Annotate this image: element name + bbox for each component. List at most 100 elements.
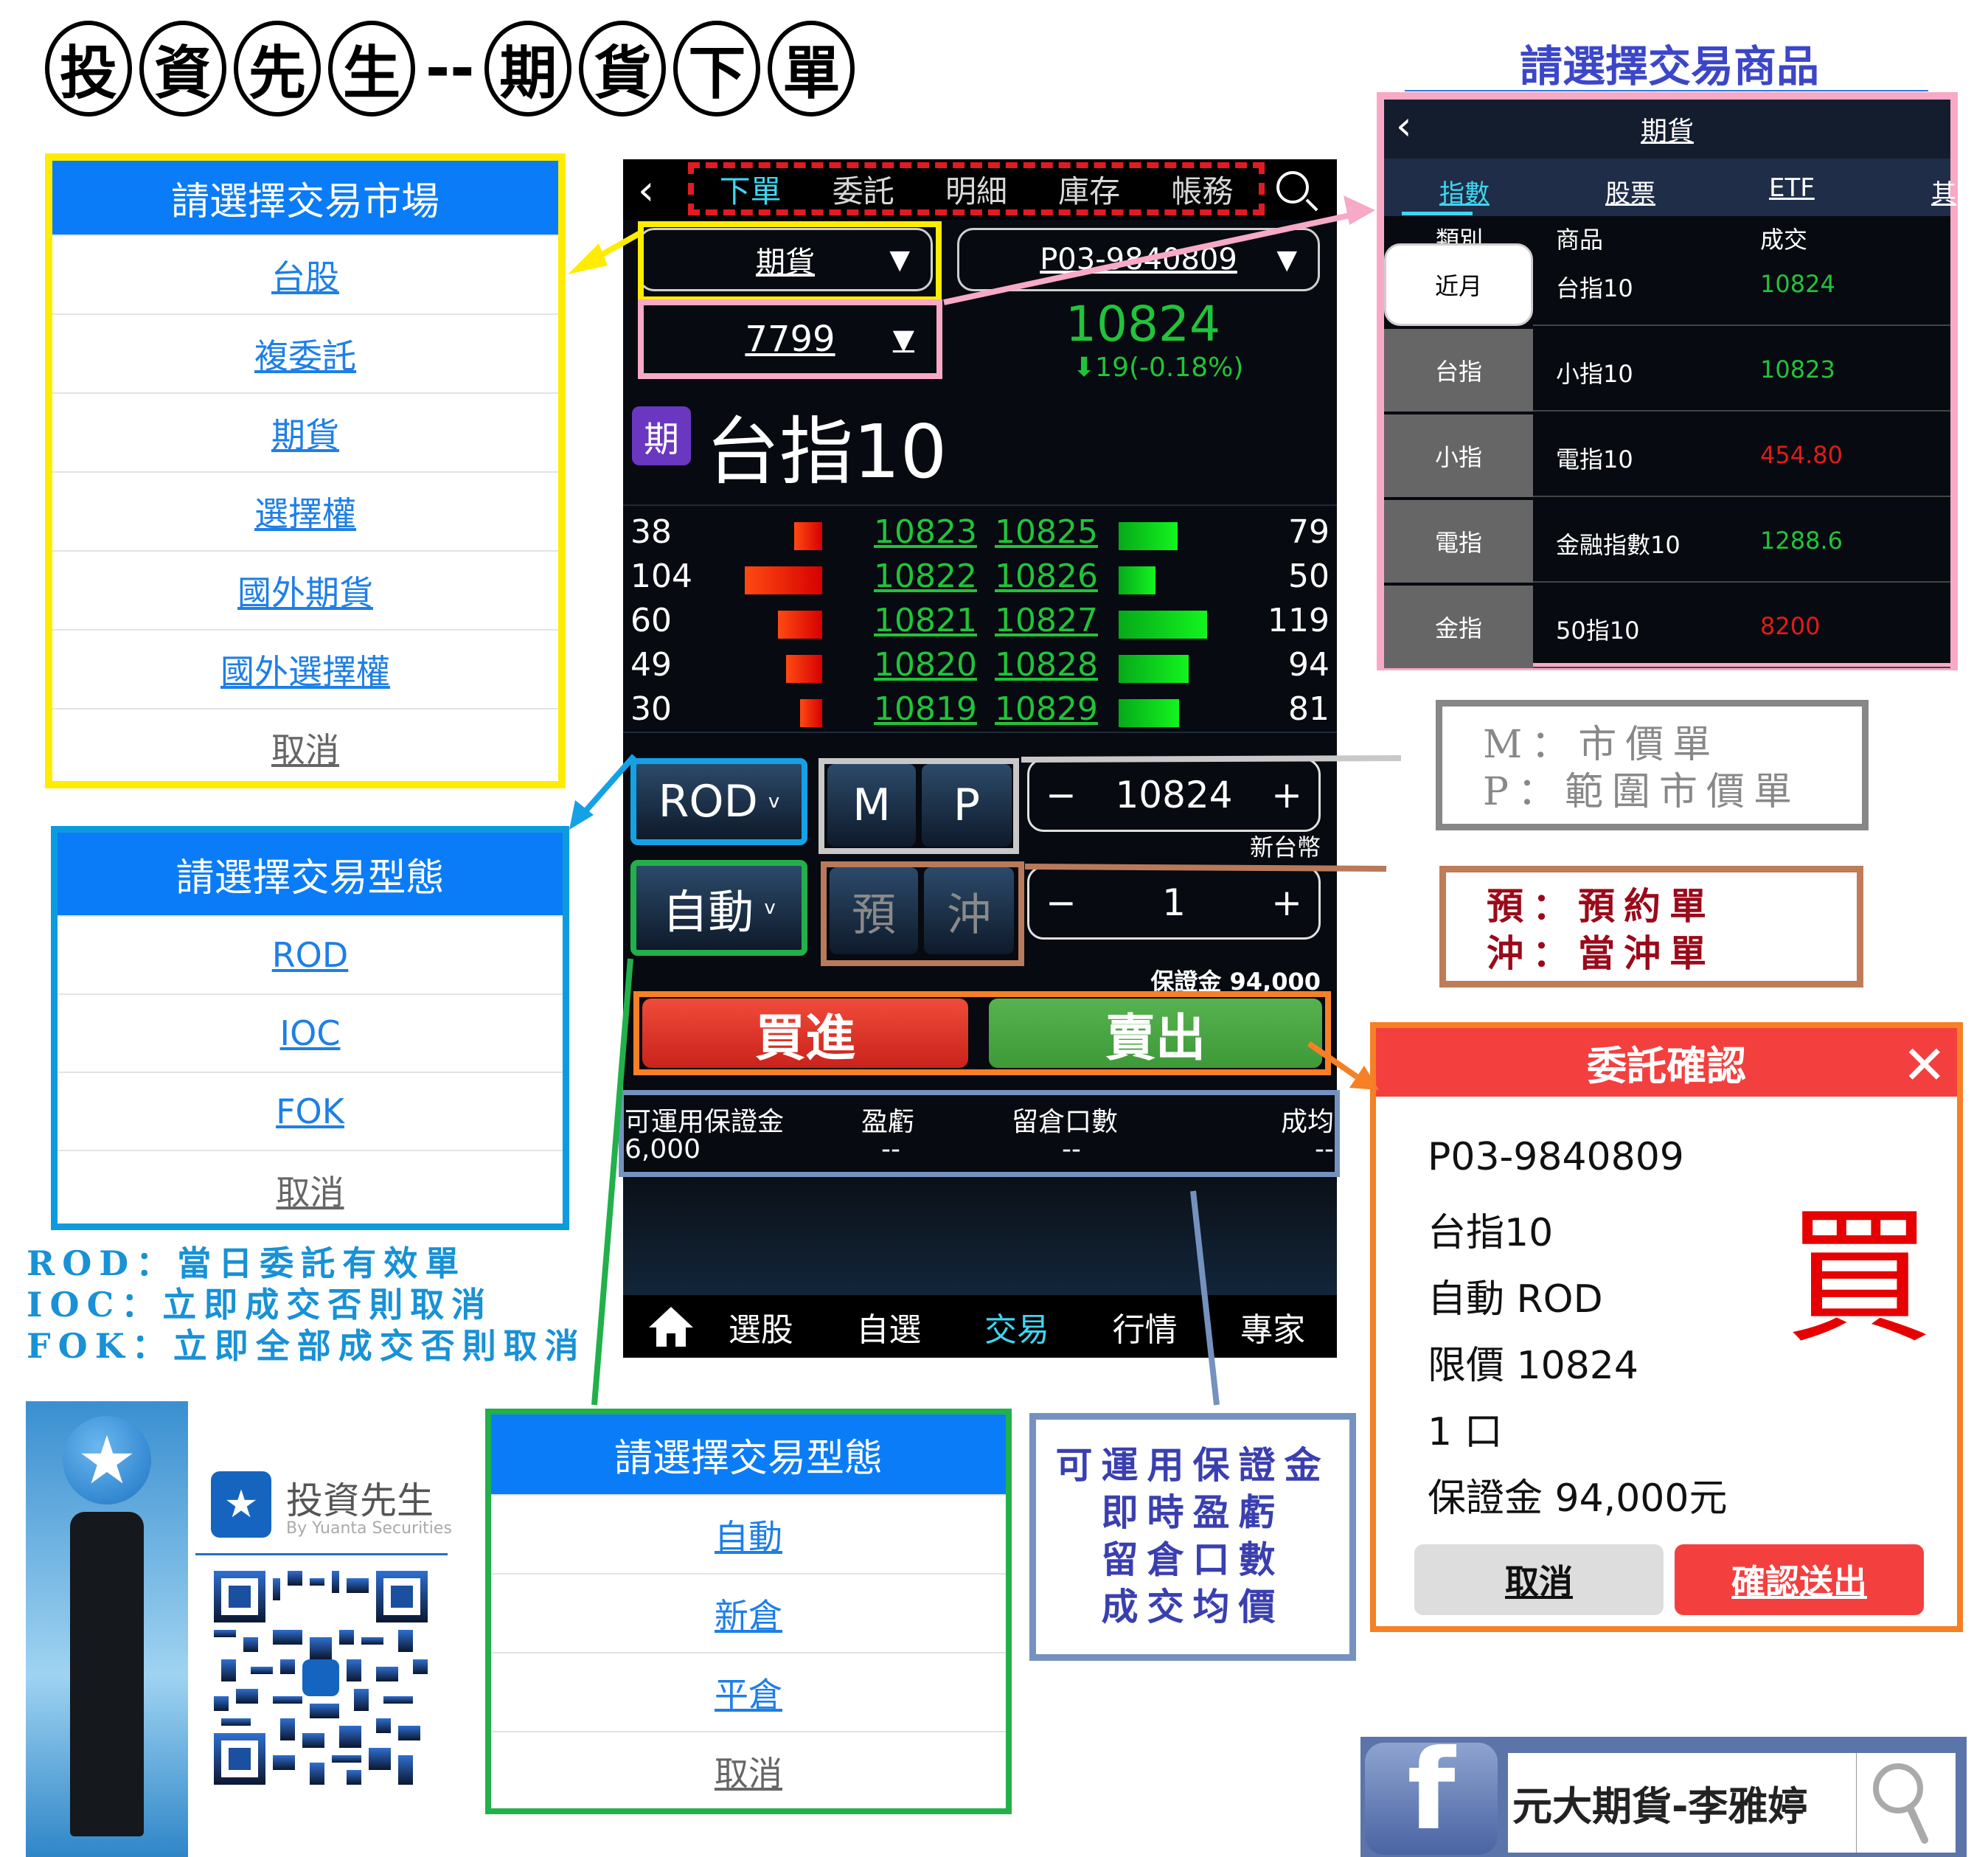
product-row[interactable]: 電指 金融指數10 1288.6 xyxy=(1384,500,1950,583)
order-book: 38 10823 10825 79 104 10822 10826 50 60 10821 1082… xyxy=(623,504,1337,733)
bid-price[interactable]: 10820 xyxy=(874,646,977,684)
product-row[interactable]: 小指 電指10 454.80 xyxy=(1384,414,1950,497)
order-type-option-fok[interactable]: FOK xyxy=(58,1072,563,1150)
bid-volume-bar xyxy=(793,522,822,550)
bid-price[interactable]: 10823 xyxy=(874,513,977,551)
confirm-dialog-title-text: 委託確認 xyxy=(1587,1043,1746,1089)
market-order-button[interactable]: M xyxy=(827,764,916,847)
product-tab-stock[interactable]: 股票 xyxy=(1605,173,1655,209)
ask-price[interactable]: 10825 xyxy=(995,513,1098,551)
bid-price[interactable]: 10821 xyxy=(874,602,977,639)
position-type-select[interactable]: 自動 v xyxy=(630,860,807,956)
nav-quotes[interactable]: 行情 xyxy=(1081,1303,1209,1350)
position-cancel-button[interactable]: 取消 xyxy=(491,1731,1006,1810)
position-option-close[interactable]: 平倉 xyxy=(491,1652,1006,1731)
product-tab-other[interactable]: 其 xyxy=(1931,173,1956,209)
reserve-order-button[interactable]: 預 xyxy=(830,867,918,954)
tab-accounting[interactable]: 帳務 xyxy=(1171,167,1233,212)
bid-qty: 49 xyxy=(630,646,672,684)
price-value[interactable]: 10824 xyxy=(1115,774,1232,816)
tab-detail[interactable]: 明細 xyxy=(945,167,1007,212)
price-stepper[interactable]: − 10824 + xyxy=(1027,758,1321,832)
sell-button[interactable]: 賣出 xyxy=(989,999,1322,1068)
account-select[interactable]: P03-9840809 ▼ xyxy=(957,228,1320,291)
home-icon[interactable] xyxy=(645,1305,697,1348)
row-divider xyxy=(1533,324,1950,326)
chevron-down-icon: v xyxy=(768,791,780,813)
category-cell[interactable]: 小指 xyxy=(1384,414,1533,497)
market-option-options[interactable]: 選擇權 xyxy=(52,471,558,550)
back-icon[interactable]: ‹ xyxy=(638,167,654,215)
confirm-cancel-button[interactable]: 取消 xyxy=(1414,1544,1664,1615)
market-cancel-button[interactable]: 取消 xyxy=(52,708,558,786)
category-cell[interactable]: 近月 xyxy=(1384,243,1533,326)
market-option-futures[interactable]: 期貨 xyxy=(52,392,558,471)
product-row[interactable]: 近月 台指10 10824 xyxy=(1384,243,1950,326)
market-option-foreign-options[interactable]: 國外選擇權 xyxy=(52,629,558,708)
order-type-option-rod[interactable]: ROD xyxy=(58,915,563,993)
market-option-sub-brokerage[interactable]: 複委託 xyxy=(52,313,558,392)
market-option-foreign-futures[interactable]: 國外期貨 xyxy=(52,550,558,629)
mascot-image: ★ xyxy=(26,1401,188,1857)
facebook-search-button[interactable] xyxy=(1856,1753,1956,1853)
market-dialog-title: 請選擇交易市場 xyxy=(52,161,558,235)
ask-price[interactable]: 10827 xyxy=(995,602,1098,639)
category-cell[interactable]: 金指 xyxy=(1384,586,1533,668)
category-cell[interactable]: 台指 xyxy=(1384,329,1533,412)
bid-price[interactable]: 10819 xyxy=(874,690,977,728)
qty-minus-button[interactable]: − xyxy=(1046,881,1077,924)
ask-qty: 119 xyxy=(1268,602,1330,639)
qr-code-icon xyxy=(214,1571,428,1785)
back-icon[interactable]: ‹ xyxy=(1396,103,1412,149)
daytrade-button[interactable]: 沖 xyxy=(924,867,1014,954)
nav-stock-picker[interactable]: 選股 xyxy=(697,1303,825,1350)
qty-plus-button[interactable]: + xyxy=(1271,881,1302,924)
legend-range-market-order: P：範圍市價單 xyxy=(1483,770,1801,814)
product-tab-index[interactable]: 指數 xyxy=(1439,173,1490,209)
range-market-order-button[interactable]: P xyxy=(922,764,1012,847)
facebook-search-input[interactable]: 元大期貨-李雅婷 xyxy=(1508,1753,1859,1853)
bid-volume-bar xyxy=(799,699,822,727)
price-change-value: 19(-0.18%) xyxy=(1095,353,1244,383)
order-type-dialog: 請選擇交易型態 ROD IOC FOK 取消 xyxy=(51,826,569,1230)
qty-stepper[interactable]: − 1 + xyxy=(1027,866,1321,940)
tab-inventory[interactable]: 庫存 xyxy=(1058,167,1120,212)
nav-experts[interactable]: 專家 xyxy=(1209,1303,1337,1350)
order-type-option-ioc[interactable]: IOC xyxy=(58,993,563,1072)
arrow-head xyxy=(568,243,608,274)
ask-price[interactable]: 10829 xyxy=(995,690,1098,728)
bid-volume-bar xyxy=(777,611,822,639)
confirm-submit-button[interactable]: 確認送出 xyxy=(1675,1544,1924,1615)
buy-button[interactable]: 買進 xyxy=(642,999,968,1068)
price-minus-button[interactable]: − xyxy=(1046,774,1077,816)
legend-reserve-order: 預：預約單 xyxy=(1487,884,1715,928)
bid-price[interactable]: 10822 xyxy=(874,558,977,595)
search-icon[interactable] xyxy=(1276,171,1309,204)
position-option-auto[interactable]: 自動 xyxy=(491,1494,1006,1573)
title-char: 單 xyxy=(768,20,855,117)
close-icon[interactable]: ✕ xyxy=(1902,1034,1947,1096)
confirm-account: P03-9840809 xyxy=(1428,1135,1684,1179)
currency-label: 新台幣 xyxy=(1249,833,1321,861)
ask-volume-bar xyxy=(1119,611,1207,639)
nav-watchlist[interactable]: 自選 xyxy=(825,1303,953,1350)
tab-entrust[interactable]: 委託 xyxy=(833,167,894,212)
product-code-select[interactable]: 7799 ▼ xyxy=(638,299,942,379)
product-row[interactable]: 台指 小指10 10823 xyxy=(1384,329,1950,412)
position-option-open[interactable]: 新倉 xyxy=(491,1573,1006,1652)
price-plus-button[interactable]: + xyxy=(1271,774,1302,816)
market-option-tw-stock[interactable]: 台股 xyxy=(52,235,558,313)
order-type-cancel-button[interactable]: 取消 xyxy=(58,1150,563,1229)
category-cell[interactable]: 電指 xyxy=(1384,500,1533,583)
qty-value[interactable]: 1 xyxy=(1162,881,1186,924)
product-row[interactable]: 金指 50指10 8200 xyxy=(1384,586,1950,668)
title-char: 投 xyxy=(45,20,132,117)
product-tab-etf[interactable]: ETF xyxy=(1769,173,1815,203)
order-type-legend: ROD：當日委託有效單 IOC：立即成交否則取消 FOK：立即全部成交否則取消 xyxy=(27,1243,586,1367)
nav-trade[interactable]: 交易 xyxy=(953,1303,1081,1350)
ask-price[interactable]: 10828 xyxy=(995,646,1098,684)
ask-price[interactable]: 10826 xyxy=(995,558,1098,595)
tab-order[interactable]: 下單 xyxy=(720,167,782,212)
order-type-select[interactable]: ROD v xyxy=(630,758,807,845)
empty-area xyxy=(623,1177,1337,1295)
